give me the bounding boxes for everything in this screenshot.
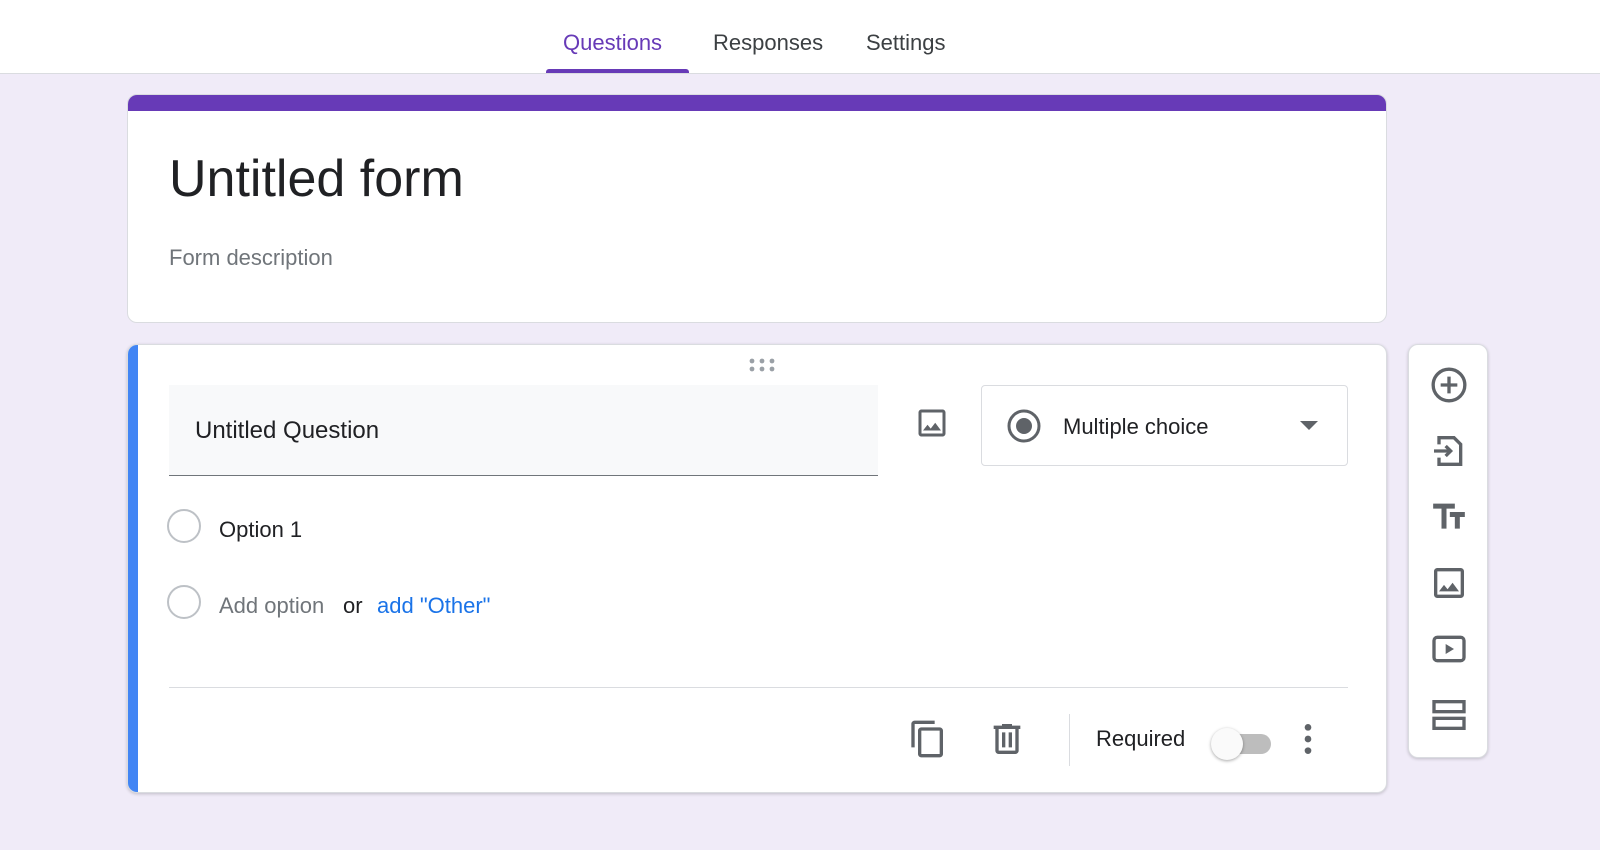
floating-side-toolbar	[1408, 344, 1488, 758]
question-type-dropdown[interactable]: Multiple choice	[981, 385, 1348, 466]
chevron-down-icon	[1300, 421, 1318, 430]
question-title-text: Untitled Question	[195, 417, 380, 444]
import-icon[interactable]	[1429, 431, 1469, 471]
copy-icon[interactable]	[908, 719, 948, 759]
option-1-label[interactable]: Option 1	[219, 517, 302, 543]
video-icon[interactable]	[1429, 629, 1469, 669]
tab-questions[interactable]: Questions	[563, 30, 662, 56]
question-title-field[interactable]: Untitled Question	[169, 385, 878, 476]
image-icon[interactable]	[914, 405, 950, 441]
tab-settings[interactable]: Settings	[866, 30, 946, 56]
question-footer-divider	[169, 687, 1348, 688]
section-icon[interactable]	[1429, 695, 1469, 735]
required-toggle[interactable]	[1211, 728, 1271, 760]
title-text-icon[interactable]	[1429, 497, 1469, 537]
active-tab-indicator	[546, 69, 689, 73]
add-option-field[interactable]: Add option	[219, 593, 324, 619]
form-title[interactable]: Untitled form	[169, 149, 464, 209]
toggle-knob	[1211, 728, 1243, 760]
top-tab-bar: Questions Responses Settings	[0, 0, 1600, 74]
footer-vertical-divider	[1069, 714, 1070, 766]
form-description-field[interactable]: Form description	[169, 245, 333, 271]
required-label: Required	[1096, 726, 1186, 751]
form-header-card: Untitled form Form description	[127, 94, 1387, 323]
image-icon[interactable]	[1429, 563, 1469, 603]
add-circle-icon[interactable]	[1429, 365, 1469, 405]
question-card[interactable]: Untitled Question Multiple choice Option…	[127, 344, 1387, 793]
active-question-indicator	[128, 345, 138, 792]
add-other-link[interactable]: add "Other"	[377, 593, 490, 619]
or-text: or	[343, 593, 363, 618]
radio-button-icon	[1007, 409, 1041, 443]
add-option-radio	[167, 585, 201, 619]
option-radio	[167, 509, 201, 543]
tab-responses[interactable]: Responses	[713, 30, 823, 56]
more-vert-icon[interactable]	[1288, 719, 1328, 759]
question-type-label: Multiple choice	[1063, 414, 1209, 439]
drag-handle-icon[interactable]	[747, 357, 777, 373]
trash-icon[interactable]	[987, 719, 1027, 759]
header-accent-bar	[128, 95, 1386, 111]
